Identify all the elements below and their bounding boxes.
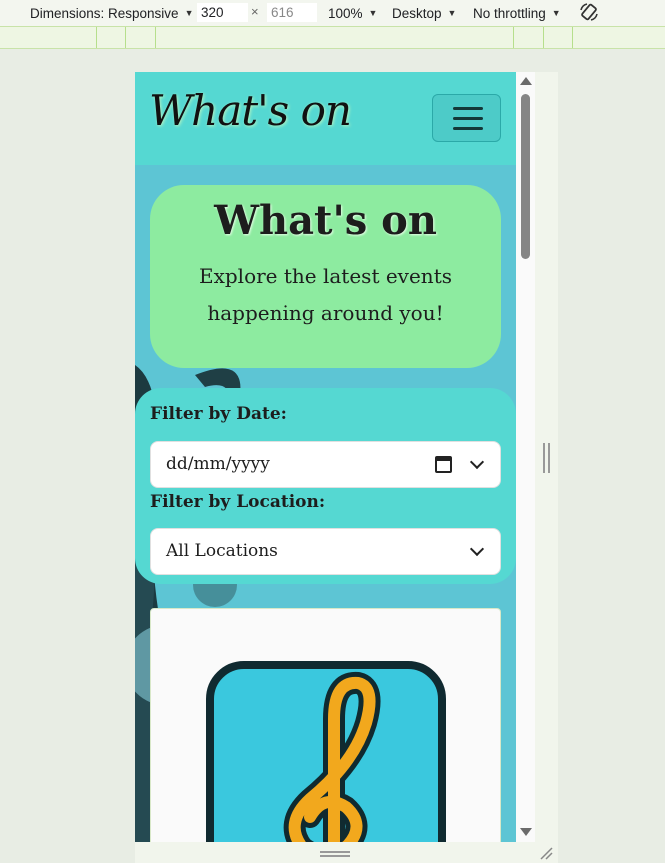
ruler-mark (155, 27, 156, 48)
dimensions-label: Dimensions: Responsive (30, 5, 179, 21)
device-type-label: Desktop (392, 5, 442, 21)
filter-panel: Filter by Date: dd/mm/yyyy Filter by Loc… (135, 388, 516, 584)
hamburger-menu-icon (453, 127, 483, 130)
bottom-resize-handle[interactable] (320, 851, 350, 857)
scroll-down-icon[interactable] (520, 828, 532, 836)
date-filter-input[interactable]: dd/mm/yyyy (150, 441, 501, 488)
rotate-icon[interactable] (579, 2, 599, 22)
corner-resize-icon[interactable] (538, 845, 554, 861)
chevron-down-icon (469, 541, 485, 557)
ruler-mark (96, 27, 97, 48)
date-placeholder: dd/mm/yyyy (166, 454, 270, 474)
ruler-mark (513, 27, 514, 48)
width-input[interactable]: 320 (196, 2, 249, 23)
scroll-up-icon[interactable] (520, 77, 532, 85)
scrollbar-thumb[interactable] (521, 94, 530, 259)
ruler-mark (125, 27, 126, 48)
hero-banner: What's on Explore the latest events happ… (150, 185, 501, 368)
navbar: What's on (135, 72, 516, 165)
caret-down-icon: ▼ (447, 8, 457, 18)
caret-down-icon: ▼ (184, 8, 194, 18)
times-sign: × (251, 4, 259, 19)
devtools-toolbar: Dimensions: Responsive ▼ 320 × 616 100% … (0, 0, 665, 26)
date-filter-label: Filter by Date: (150, 404, 287, 424)
hamburger-menu-button[interactable] (432, 94, 501, 142)
event-card[interactable] (150, 608, 501, 842)
location-filter-select[interactable]: All Locations (150, 528, 501, 575)
hamburger-menu-icon (453, 107, 483, 110)
hero-title: What's on (214, 197, 437, 244)
location-filter-label: Filter by Location: (150, 492, 326, 512)
throttling-dropdown[interactable]: No throttling ▼ (473, 4, 561, 22)
height-input[interactable]: 616 (266, 2, 318, 23)
caret-down-icon: ▼ (551, 8, 561, 18)
page-scrollbar[interactable] (516, 72, 535, 842)
zoom-label: 100% (328, 5, 363, 21)
right-resize-handle[interactable] (543, 443, 550, 473)
ruler-mark (543, 27, 544, 48)
ruler-mark (572, 27, 573, 48)
device-viewport: What's on What's on Explore the latest e… (135, 72, 516, 842)
zoom-dropdown[interactable]: 100% ▼ (328, 4, 377, 22)
media-query-ruler (0, 26, 665, 49)
throttling-label: No throttling (473, 5, 546, 21)
brand-logo[interactable]: What's on (149, 86, 352, 135)
chevron-down-icon[interactable] (469, 454, 485, 470)
caret-down-icon: ▼ (368, 8, 378, 18)
treble-clef-icon (206, 661, 446, 842)
calendar-icon[interactable] (435, 456, 452, 473)
device-type-dropdown[interactable]: Desktop ▼ (392, 4, 456, 22)
hero-subtitle: Explore the latest events happening arou… (199, 264, 452, 325)
location-selected: All Locations (166, 541, 278, 561)
hamburger-menu-icon (453, 117, 483, 120)
dimensions-dropdown[interactable]: Dimensions: Responsive ▼ (30, 4, 194, 22)
